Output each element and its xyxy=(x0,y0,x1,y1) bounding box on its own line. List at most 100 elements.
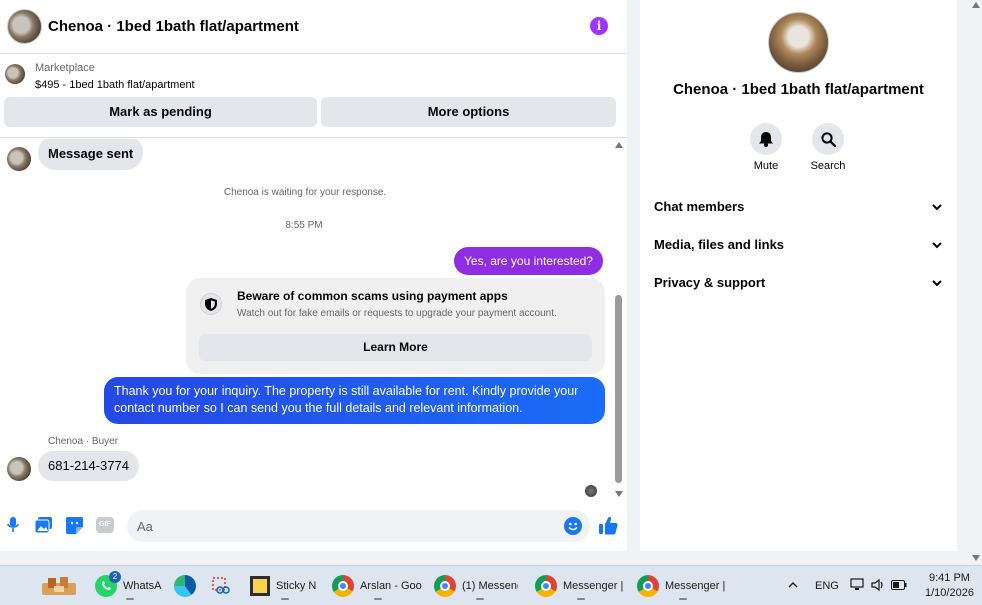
marketplace-banner: Marketplace $495 - 1bed 1bath flat/apart… xyxy=(0,55,627,138)
search-label: Search xyxy=(810,160,846,172)
outgoing-message-bubble[interactable]: Yes, are you interested? xyxy=(454,247,603,275)
taskbar-label: Arslan - Goo xyxy=(360,580,422,592)
running-indicator xyxy=(281,598,289,600)
message-input[interactable] xyxy=(137,516,557,536)
marketplace-label: Marketplace xyxy=(35,62,95,74)
chevron-down-icon[interactable] xyxy=(930,200,944,214)
message-scrollbar[interactable] xyxy=(612,139,626,506)
privacy-support-section[interactable]: Privacy & support xyxy=(640,264,957,302)
chrome-icon xyxy=(535,575,557,597)
info-panel-title: Chenoa · 1bed 1bath flat/apartment xyxy=(673,81,924,98)
sender-label: Chenoa · Buyer xyxy=(48,436,119,447)
running-indicator xyxy=(126,598,134,600)
clock-time[interactable]: 9:41 PM xyxy=(929,572,970,584)
search-action[interactable]: Search xyxy=(798,123,858,172)
composer: GIF xyxy=(0,506,627,548)
snipping-tool-icon xyxy=(211,576,231,596)
chrome-icon xyxy=(332,575,354,597)
scroll-up-arrow-icon[interactable] xyxy=(615,142,623,148)
chat-panel: Chenoa · 1bed 1bath flat/apartment i Mar… xyxy=(0,0,627,551)
widgets-icon[interactable] xyxy=(40,572,80,600)
section-label: Privacy & support xyxy=(654,275,766,290)
waiting-note: Chenoa is waiting for your response. xyxy=(223,187,387,198)
taskbar-sticky-notes[interactable]: Sticky N xyxy=(250,572,320,600)
running-indicator xyxy=(577,598,585,600)
page-scroll-down-arrow-icon[interactable] xyxy=(972,555,980,561)
contact-avatar-small[interactable] xyxy=(7,147,31,171)
taskbar-chrome-window[interactable]: (1) Messenge xyxy=(434,572,526,600)
emoji-icon[interactable] xyxy=(564,517,582,535)
outgoing-message-bubble[interactable]: Thank you for your inquiry. The property… xyxy=(104,377,605,424)
chrome-icon xyxy=(637,575,659,597)
message-timestamp: 8:55 PM xyxy=(285,220,323,231)
contact-avatar-small[interactable] xyxy=(7,457,31,481)
conversation-info-panel: Chenoa · 1bed 1bath flat/apartment Mute … xyxy=(640,0,957,551)
message-sent-bubble[interactable]: Message sent xyxy=(38,139,144,170)
section-label: Chat members xyxy=(654,199,745,214)
photo-icon[interactable] xyxy=(34,516,52,534)
listing-thumbnail[interactable] xyxy=(5,64,25,84)
chevron-up-icon[interactable] xyxy=(788,581,798,589)
chevron-down-icon[interactable] xyxy=(930,238,944,252)
gif-label: GIF xyxy=(96,517,114,533)
taskbar-whatsapp[interactable]: 2 WhatsA xyxy=(95,571,165,600)
scam-warning-card: Beware of common scams using payment app… xyxy=(186,278,605,374)
incoming-message-bubble[interactable]: 681-214-3774 xyxy=(38,451,139,481)
scam-warning-subtitle: Watch out for fake emails or requests to… xyxy=(237,308,557,319)
page-scroll-up-arrow-icon[interactable] xyxy=(972,2,980,8)
gif-icon[interactable]: GIF xyxy=(95,516,115,534)
windows-taskbar: 2 WhatsA Sticky N Arslan - Goo (1) Messe… xyxy=(0,565,982,605)
chat-header: Chenoa · 1bed 1bath flat/apartment i xyxy=(0,0,627,54)
more-options-button[interactable]: More options xyxy=(321,97,616,127)
taskbar-snipping-tool[interactable] xyxy=(211,572,235,600)
language-indicator[interactable]: ENG xyxy=(815,580,839,592)
taskbar-label: Messenger | xyxy=(563,580,624,592)
chat-members-section[interactable]: Chat members xyxy=(640,188,957,226)
microphone-icon[interactable] xyxy=(4,516,22,534)
info-icon[interactable]: i xyxy=(590,17,608,35)
sticky-notes-icon xyxy=(250,576,270,596)
messenger-app: Chenoa · 1bed 1bath flat/apartment i Mar… xyxy=(0,0,982,565)
conversation-photo[interactable] xyxy=(768,12,829,73)
network-icon[interactable] xyxy=(850,578,865,592)
taskbar-label: Messenger | xyxy=(665,580,726,592)
taskbar-chrome-window[interactable]: Arslan - Goo xyxy=(332,572,424,600)
media-files-links-section[interactable]: Media, files and links xyxy=(640,226,957,264)
taskbar-chrome-window[interactable]: Messenger | xyxy=(535,572,627,600)
contact-avatar[interactable] xyxy=(7,9,42,44)
scroll-down-arrow-icon[interactable] xyxy=(615,491,623,497)
learn-more-button[interactable]: Learn More xyxy=(199,334,592,361)
running-indicator xyxy=(374,598,382,600)
edge-icon xyxy=(174,575,196,597)
whatsapp-icon: 2 xyxy=(95,571,121,597)
mute-label: Mute xyxy=(753,160,779,172)
scroll-thumb[interactable] xyxy=(615,295,622,483)
sticker-icon[interactable] xyxy=(65,516,83,534)
running-indicator xyxy=(476,598,484,600)
mute-action[interactable]: Mute xyxy=(736,123,796,172)
mark-as-pending-button[interactable]: Mark as pending xyxy=(4,97,317,127)
seen-indicator xyxy=(585,485,597,497)
chevron-down-icon[interactable] xyxy=(930,276,944,290)
message-input-wrapper xyxy=(127,510,590,542)
scam-warning-title: Beware of common scams using payment app… xyxy=(237,289,508,303)
chrome-icon xyxy=(434,575,456,597)
notification-badge: 2 xyxy=(109,571,121,583)
listing-title[interactable]: $495 - 1bed 1bath flat/apartment xyxy=(35,79,195,91)
battery-icon[interactable] xyxy=(891,580,907,590)
clock-date[interactable]: 1/10/2026 xyxy=(925,587,974,599)
taskbar-label: Sticky N xyxy=(276,580,317,592)
search-icon[interactable] xyxy=(812,123,844,155)
taskbar-edge[interactable] xyxy=(174,572,198,600)
taskbar-label: WhatsA xyxy=(123,580,162,592)
taskbar-chrome-window[interactable]: Messenger | xyxy=(637,572,729,600)
like-icon[interactable] xyxy=(598,515,618,535)
bell-icon[interactable] xyxy=(750,123,782,155)
shield-icon xyxy=(200,293,222,315)
section-label: Media, files and links xyxy=(654,237,785,252)
taskbar-label: (1) Messenge xyxy=(462,580,518,592)
running-indicator xyxy=(679,598,687,600)
chat-title[interactable]: Chenoa · 1bed 1bath flat/apartment xyxy=(48,18,299,35)
volume-icon[interactable] xyxy=(871,578,886,592)
message-list: Message sent Chenoa is waiting for your … xyxy=(0,139,627,506)
